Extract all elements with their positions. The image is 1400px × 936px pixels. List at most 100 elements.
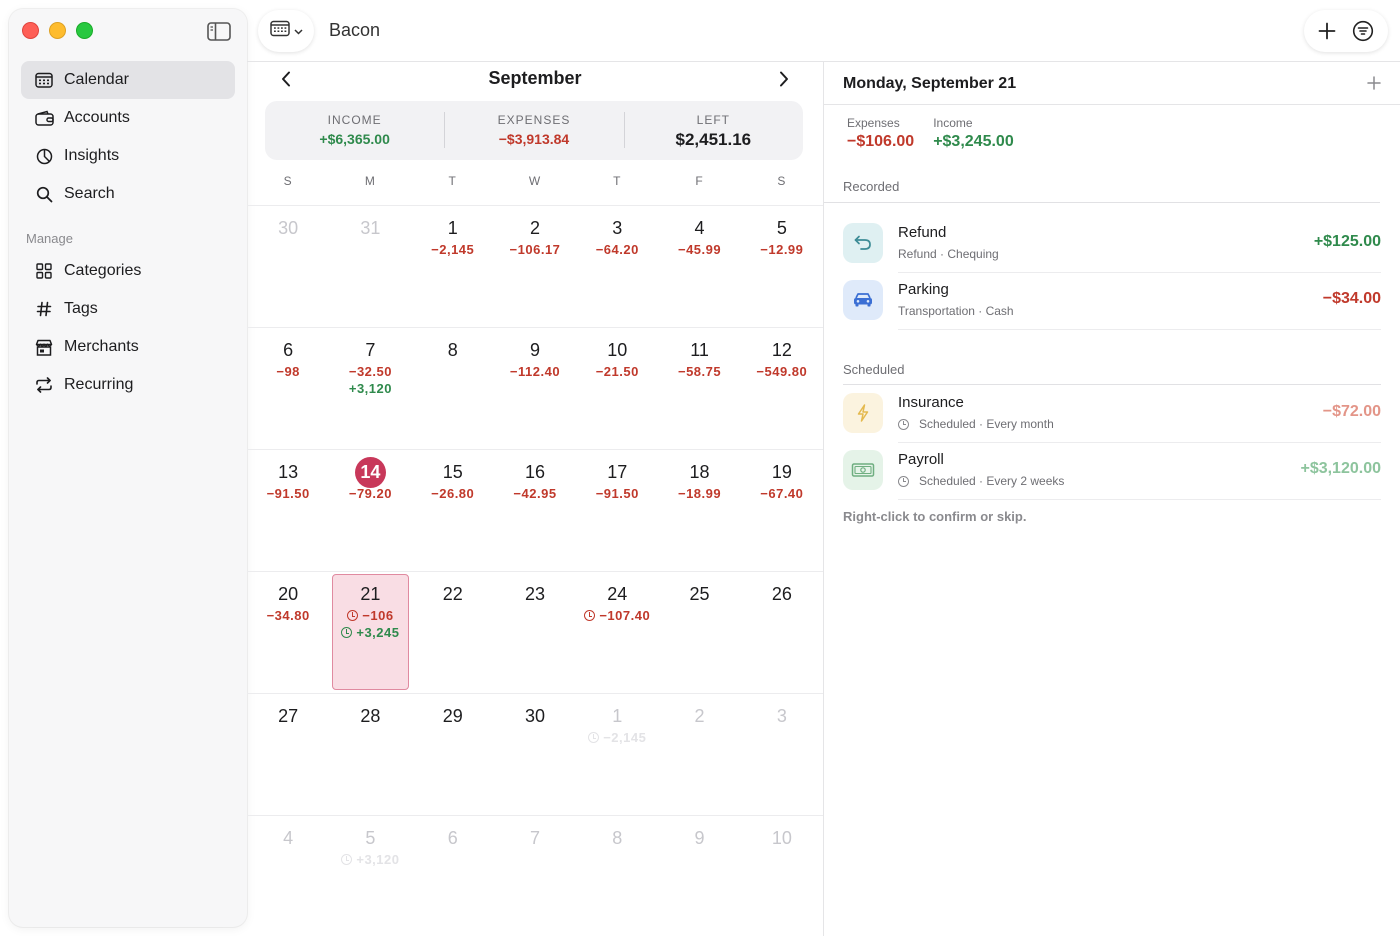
repeat-icon (34, 375, 54, 395)
calendar-day[interactable]: 30 (247, 206, 329, 327)
calendar-day[interactable]: 31 (329, 206, 411, 327)
calendar-day[interactable]: 5 +3,120 (329, 816, 411, 936)
minimize-window-button[interactable] (49, 22, 66, 39)
grid-icon (34, 261, 54, 281)
sidebar-item-tags[interactable]: Tags (21, 290, 235, 328)
clock-icon (584, 610, 596, 621)
toolbar-actions (1304, 10, 1388, 52)
calendar-day[interactable]: 19 −67.40 (741, 450, 823, 571)
day-expense-amount-text: −45.99 (677, 242, 722, 257)
calendar-day[interactable]: 27 (247, 694, 329, 815)
calendar-day[interactable]: 4 (247, 816, 329, 936)
calendar-day[interactable]: 26 (741, 572, 823, 693)
calendar-day[interactable]: 6 −98 (247, 328, 329, 449)
calendar-day[interactable]: 25 (658, 572, 740, 693)
add-transaction-button[interactable] (1318, 22, 1336, 40)
calendar-day[interactable]: 1 −2,145 (412, 206, 494, 327)
day-expense-amount: −34.80 (247, 608, 329, 623)
day-expense-amount-text: −106.17 (509, 242, 561, 257)
car-icon (843, 280, 883, 320)
day-expense-amount: −98 (247, 364, 329, 379)
sidebar-nav: Calendar Accounts Insights Search Manage… (21, 61, 235, 404)
calendar-day[interactable]: 2 (658, 694, 740, 815)
sidebar-item-insights[interactable]: Insights (21, 137, 235, 175)
clock-icon (588, 732, 600, 743)
calendar-day[interactable]: 3 (741, 694, 823, 815)
day-number: 10 (607, 340, 628, 360)
calendar-day[interactable]: 7 (494, 816, 576, 936)
calendar-day[interactable]: 15 −26.80 (412, 450, 494, 571)
calendar-day[interactable]: 7 −32.50 +3,120 (329, 328, 411, 449)
left-summary: LEFT $2,451.16 (623, 101, 803, 160)
calendar-day[interactable]: 28 (329, 694, 411, 815)
calendar-day[interactable]: 5 −12.99 (741, 206, 823, 327)
zoom-window-button[interactable] (76, 22, 93, 39)
day-expense-amount: −64.20 (576, 242, 658, 257)
calendar-day[interactable]: 3 −64.20 (576, 206, 658, 327)
calendar-day[interactable]: 11 −58.75 (658, 328, 740, 449)
calendar-day[interactable]: 10 −21.50 (576, 328, 658, 449)
close-window-button[interactable] (22, 22, 39, 39)
scheduled-subtitle: Scheduled · Every 2 weeks (898, 474, 1064, 488)
expenses-value: −$3,913.84 (498, 131, 570, 147)
calendar-day[interactable]: 22 (412, 572, 494, 693)
weekday-label: M (364, 174, 376, 188)
day-number: 13 (278, 462, 299, 482)
scheduled-row[interactable]: Insurance Scheduled · Every month −$72.0… (843, 385, 1381, 442)
sidebar-toggle-icon[interactable] (206, 20, 232, 42)
calendar-day-selected[interactable]: 21 −106 +3,245 (329, 572, 411, 693)
day-expenses: Expenses −$106.00 (847, 116, 914, 151)
day-expense-amount-text: −549.80 (756, 364, 808, 379)
sidebar-item-merchants[interactable]: Merchants (21, 328, 235, 366)
transaction-subtitle: Transportation · Cash (898, 304, 1014, 318)
day-expense-amount: −42.95 (494, 486, 576, 501)
calendar-view-menu-button[interactable] (258, 10, 314, 52)
transaction-row[interactable]: Parking Transportation · Cash −$34.00 (843, 272, 1381, 329)
calendar-day[interactable]: 9 −112.40 (494, 328, 576, 449)
sidebar-item-accounts[interactable]: Accounts (21, 99, 235, 137)
sidebar-item-recurring[interactable]: Recurring (21, 366, 235, 404)
calendar-day[interactable]: 8 (412, 328, 494, 449)
calendar-week-row: 30 31 1 −2,145 2 −106.17 3 −64.20 4 −45.99 5 −12.99 (247, 205, 823, 327)
transaction-row[interactable]: Refund Refund · Chequing +$125.00 (843, 215, 1381, 272)
row-divider (898, 499, 1381, 500)
sidebar-item-categories[interactable]: Categories (21, 252, 235, 290)
calendar-day[interactable]: 29 (412, 694, 494, 815)
scheduled-title: Payroll (898, 451, 944, 468)
day-expense-amount-text: −98 (276, 364, 300, 379)
calendar-day[interactable]: 24 −107.40 (576, 572, 658, 693)
row-divider (898, 329, 1381, 330)
day-number: 30 (524, 706, 545, 726)
calendar-day-today[interactable]: 14 −79.20 (329, 450, 411, 571)
scheduled-title: Insurance (898, 394, 964, 411)
calendar-day[interactable]: 13 −91.50 (247, 450, 329, 571)
weekday-label: S (777, 174, 787, 188)
calendar-day[interactable]: 9 (658, 816, 740, 936)
calendar-day[interactable]: 17 −91.50 (576, 450, 658, 571)
clock-icon (347, 610, 359, 621)
sidebar-item-search[interactable]: Search (21, 175, 235, 213)
day-expense-amount: −112.40 (494, 364, 576, 379)
calendar-day[interactable]: 16 −42.95 (494, 450, 576, 571)
pie-chart-icon (34, 146, 54, 166)
day-income-amount-text: +3,120 (356, 852, 400, 867)
calendar-day[interactable]: 23 (494, 572, 576, 693)
calendar-day[interactable]: 2 −106.17 (494, 206, 576, 327)
transaction-subtitle: Refund · Chequing (898, 247, 999, 261)
calendar-day[interactable]: 1 −2,145 (576, 694, 658, 815)
calendar-day[interactable]: 8 (576, 816, 658, 936)
next-month-button[interactable] (773, 68, 795, 90)
calendar-day[interactable]: 30 (494, 694, 576, 815)
sidebar-item-calendar[interactable]: Calendar (21, 61, 235, 99)
calendar-day[interactable]: 18 −18.99 (658, 450, 740, 571)
scheduled-row[interactable]: Payroll Scheduled · Every 2 weeks +$3,12… (843, 442, 1381, 499)
calendar-day[interactable]: 10 (741, 816, 823, 936)
transaction-amount: +$125.00 (1313, 233, 1381, 250)
calendar-day[interactable]: 6 (412, 816, 494, 936)
day-detail-title: Monday, September 21 (843, 75, 1017, 92)
calendar-day[interactable]: 4 −45.99 (658, 206, 740, 327)
filter-button[interactable] (1352, 20, 1374, 42)
calendar-day[interactable]: 20 −34.80 (247, 572, 329, 693)
calendar-day[interactable]: 12 −549.80 (741, 328, 823, 449)
add-to-day-button[interactable] (1364, 73, 1384, 93)
